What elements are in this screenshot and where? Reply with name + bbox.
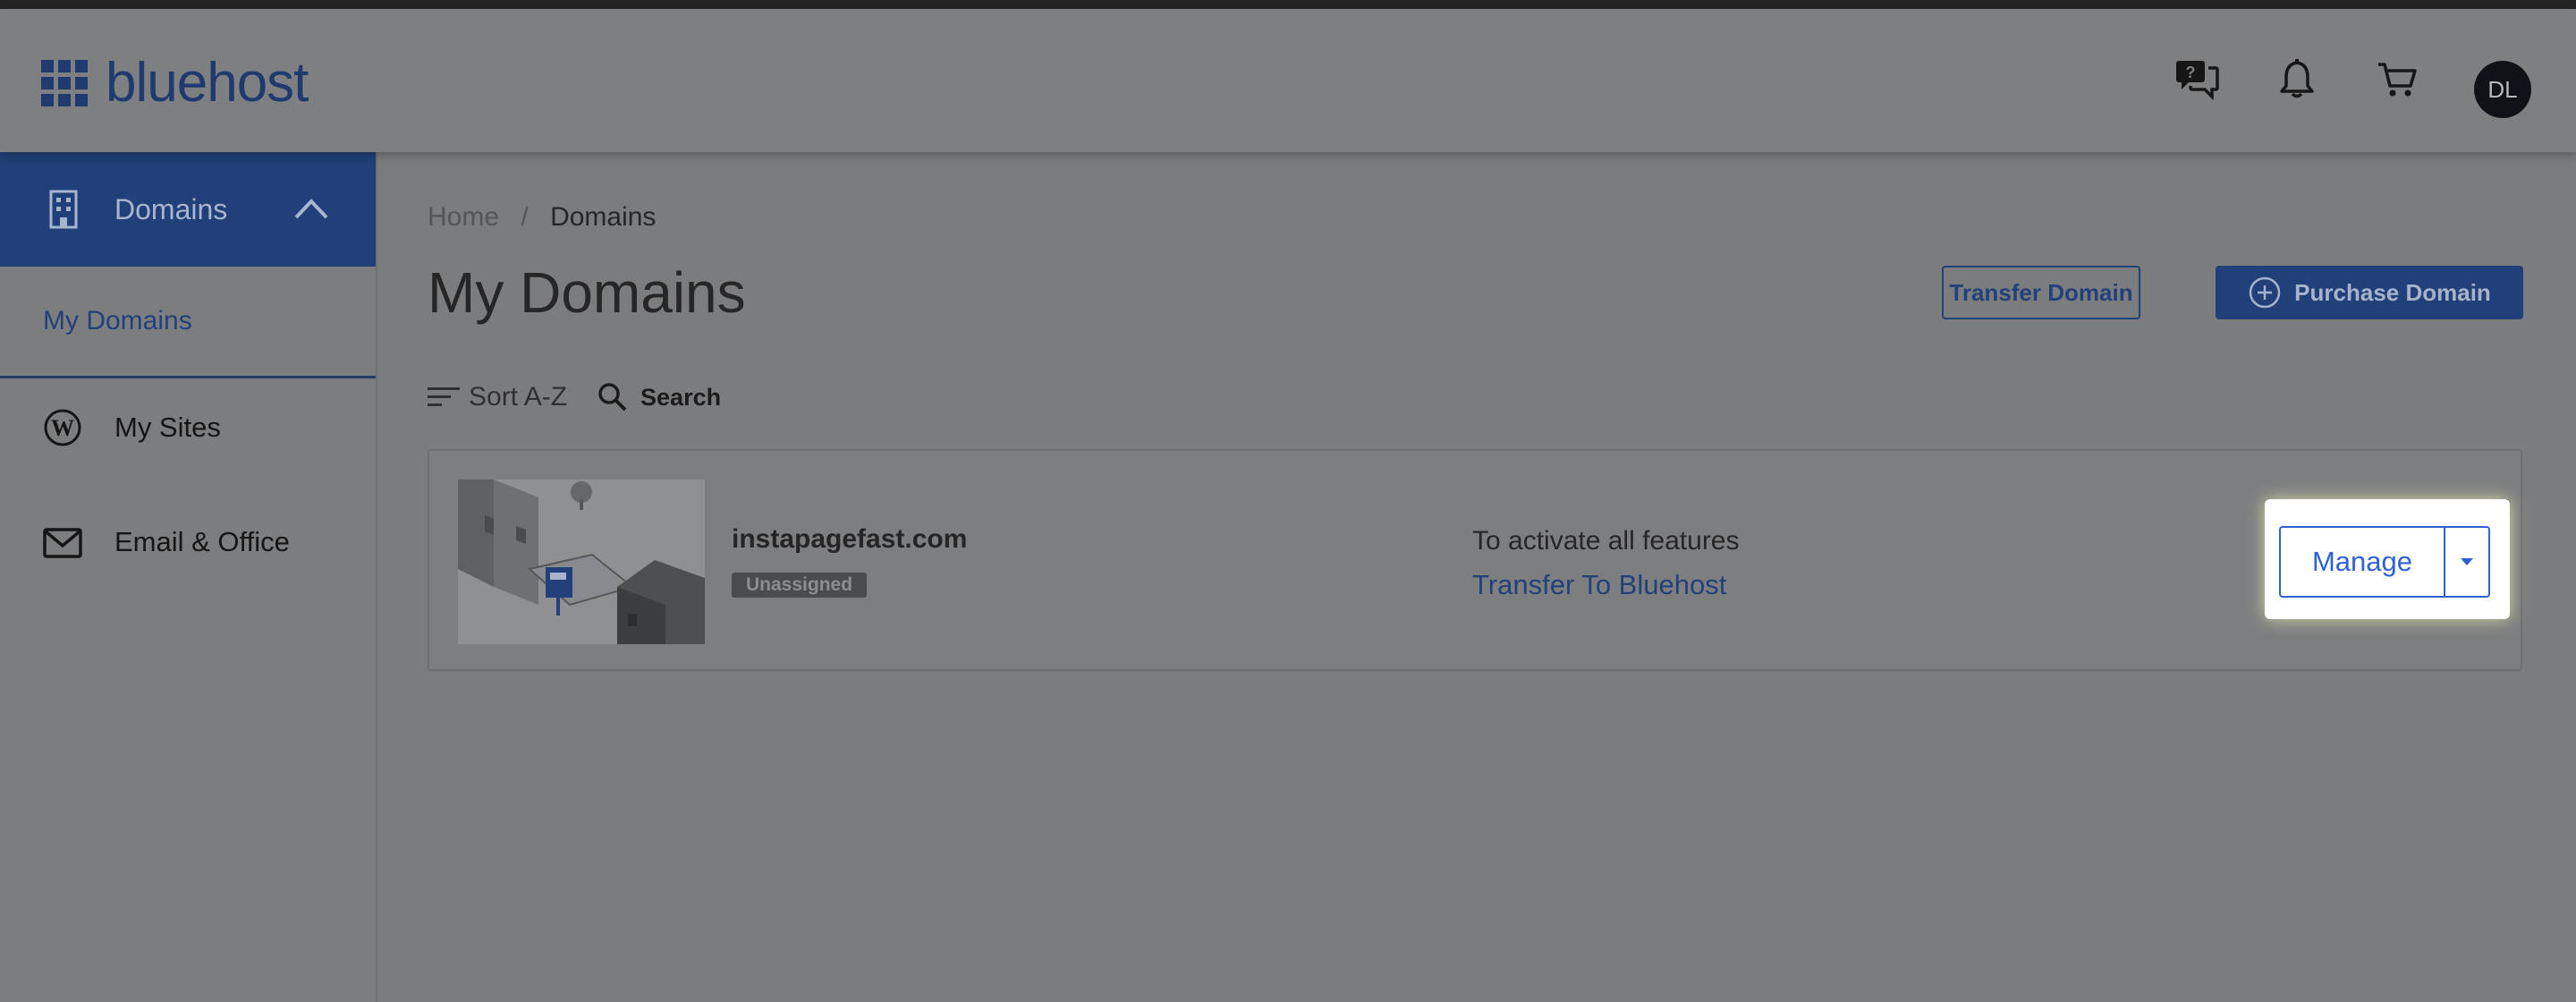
sidebar-item-my-domains[interactable]: My Domains	[0, 267, 376, 378]
caret-down-icon	[2461, 558, 2473, 565]
domain-name[interactable]: instapagefast.com	[732, 524, 967, 555]
breadcrumb-separator: /	[521, 202, 529, 232]
sidebar-item-email-office[interactable]: Email & Office	[0, 490, 376, 598]
sidebar-item-my-sites[interactable]: W My Sites	[0, 376, 376, 483]
breadcrumb-home-link[interactable]: Home	[428, 202, 499, 232]
sidebar-item-label: Domains	[114, 193, 228, 225]
sidebar: Domains My Domains W My Sites Email & Of…	[0, 152, 377, 1002]
manage-button-group: Manage	[2265, 499, 2510, 619]
manage-button[interactable]: Manage	[2279, 526, 2444, 598]
svg-text:?: ?	[2186, 64, 2196, 81]
svg-text:W: W	[51, 415, 74, 441]
domain-illustration	[458, 480, 705, 644]
sort-icon[interactable]	[428, 385, 460, 410]
manage-dropdown-toggle[interactable]	[2444, 526, 2490, 598]
bell-icon[interactable]	[2272, 54, 2322, 104]
help-chat-icon[interactable]: ?	[2172, 54, 2222, 104]
page-title: My Domains	[428, 260, 746, 325]
chevron-up-icon[interactable]	[293, 197, 329, 220]
breadcrumb: Home / Domains	[428, 202, 656, 233]
sidebar-item-label: My Sites	[114, 412, 221, 443]
user-avatar[interactable]: DL	[2474, 61, 2531, 118]
top-strip	[0, 0, 2576, 9]
sort-button[interactable]: Sort A-Z	[469, 382, 567, 412]
transfer-to-bluehost-link[interactable]: Transfer To Bluehost	[1472, 569, 1726, 601]
toolbar: Sort A-Z Search	[428, 379, 721, 415]
sidebar-item-label: Email & Office	[114, 526, 290, 557]
top-header: bluehost ? DL	[0, 9, 2576, 152]
logo-grid-icon	[41, 60, 88, 106]
wordpress-icon: W	[44, 409, 81, 446]
plus-circle-icon	[2249, 276, 2281, 309]
search-icon[interactable]	[597, 382, 628, 412]
sidebar-item-label: My Domains	[43, 306, 192, 335]
bluehost-logo[interactable]: bluehost	[41, 52, 309, 114]
cart-icon[interactable]	[2372, 54, 2422, 104]
sidebar-item-domains[interactable]: Domains	[0, 152, 376, 267]
breadcrumb-current: Domains	[550, 202, 657, 232]
status-badge: Unassigned	[732, 573, 868, 598]
search-button[interactable]: Search	[640, 384, 721, 412]
domain-card: instapagefast.com Unassigned To activate…	[428, 449, 2522, 671]
building-icon	[49, 190, 78, 229]
purchase-domain-label: Purchase Domain	[2294, 278, 2491, 306]
logo-text: bluehost	[106, 52, 309, 114]
transfer-domain-button[interactable]: Transfer Domain	[1942, 266, 2140, 319]
activate-text: To activate all features	[1472, 526, 1740, 556]
envelope-icon	[43, 528, 82, 558]
purchase-domain-button[interactable]: Purchase Domain	[2216, 266, 2523, 319]
